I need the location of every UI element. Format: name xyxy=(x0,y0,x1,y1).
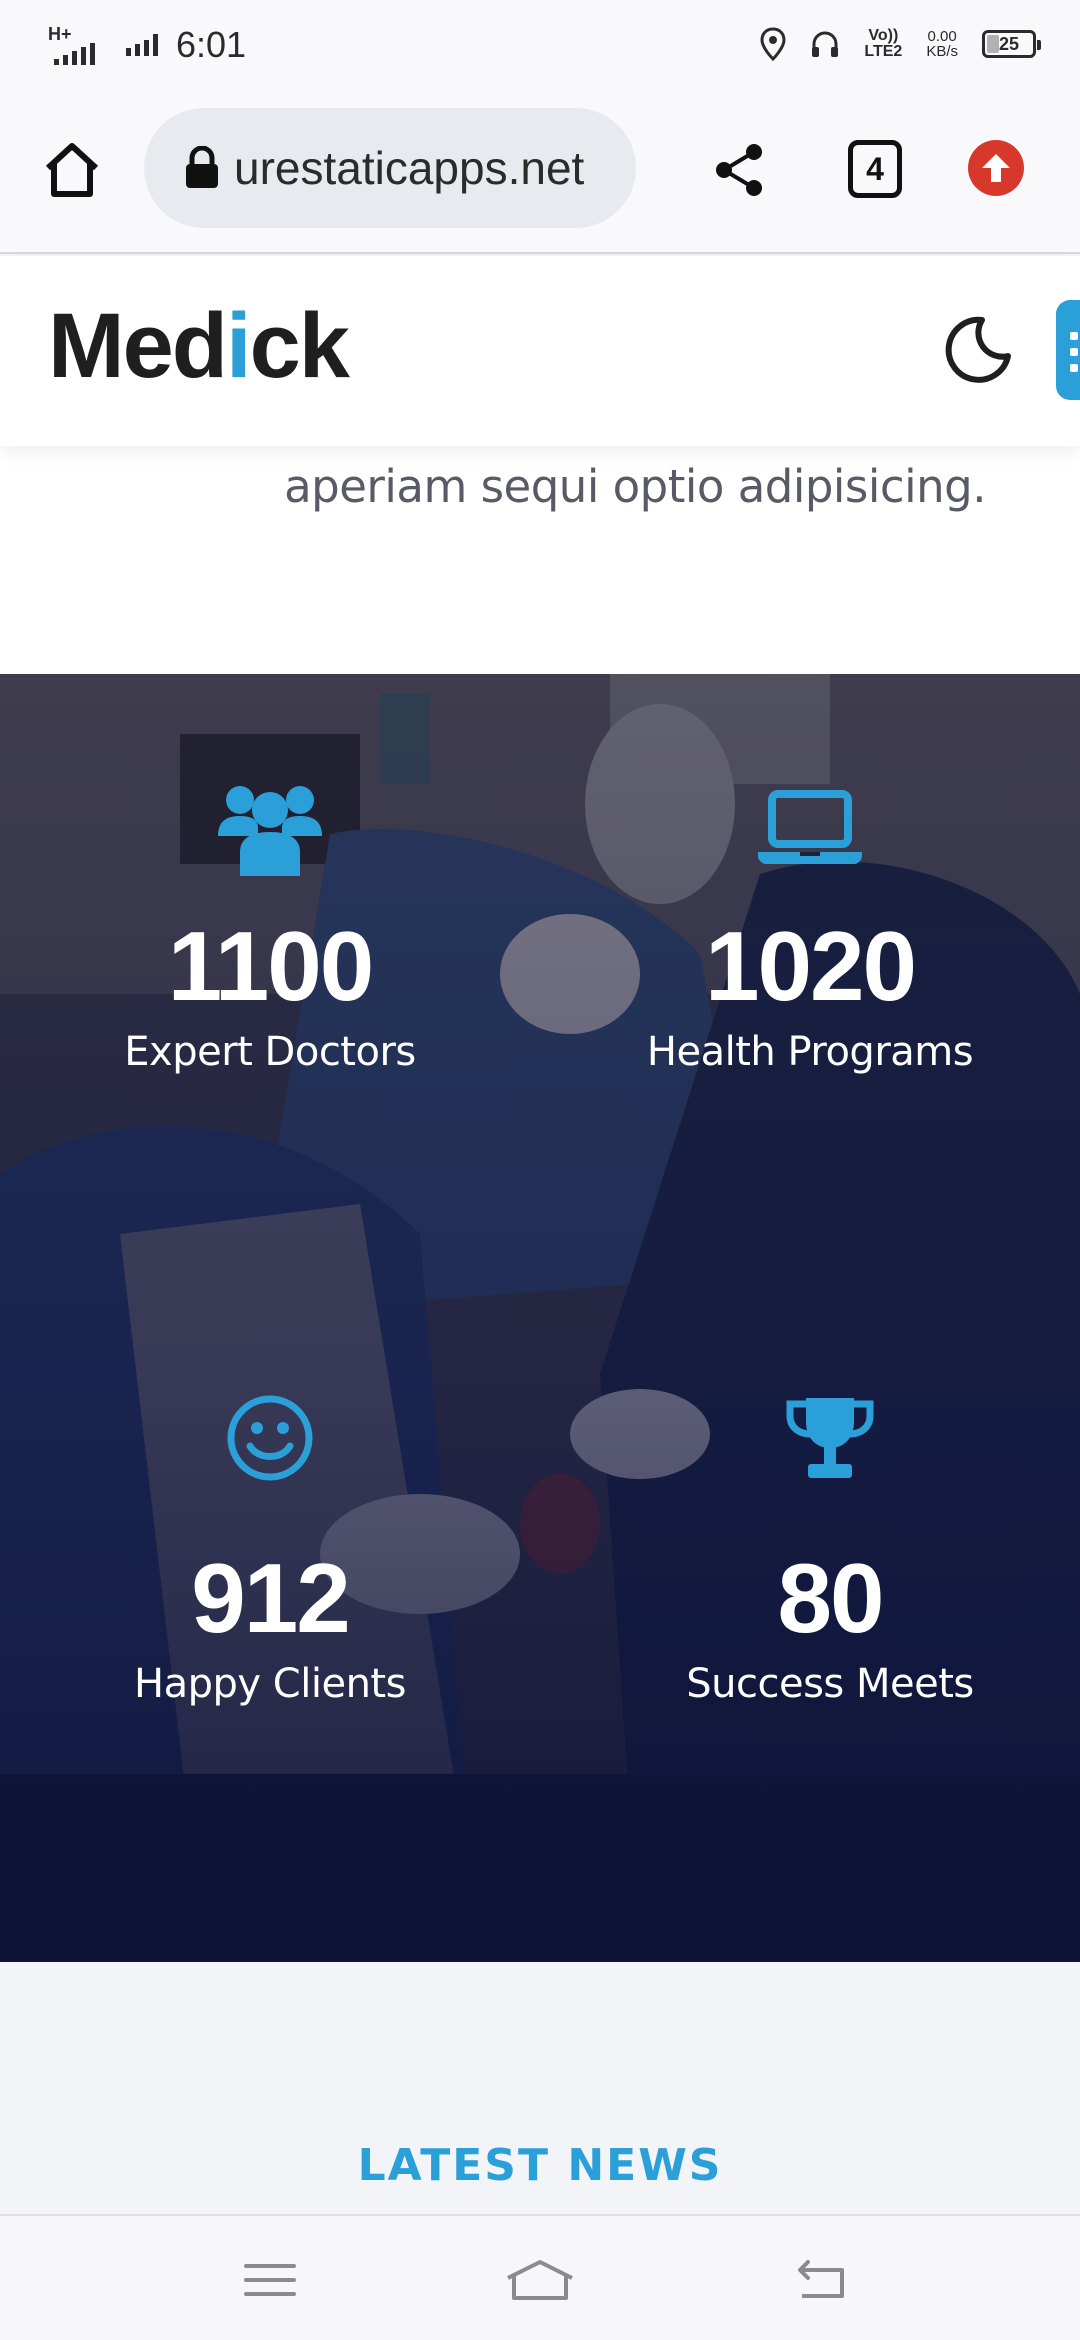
status-bar: H+ 6:01 Vo)) LTE2 0.00 KB/s 25 xyxy=(0,0,1080,88)
battery-icon: 25 xyxy=(982,30,1041,58)
stat-happy-clients: 912 Happy Clients xyxy=(60,1394,480,1708)
site-logo[interactable]: Medick xyxy=(48,294,350,399)
stat-success-meets: 80 Success Meets xyxy=(620,1394,1040,1708)
stat-label: Health Programs xyxy=(646,1029,974,1075)
intro-section: aperiam sequi optio adipisicing. xyxy=(0,446,1080,674)
browser-toolbar: urestaticapps.net 4 xyxy=(0,88,1080,254)
arrow-up-icon xyxy=(982,154,1010,182)
stat-number: 80 xyxy=(777,1543,884,1653)
stat-health-programs: 1020 Health Programs xyxy=(600,780,1020,1076)
signal-1-icon: H+ xyxy=(48,25,100,65)
stat-number: 1100 xyxy=(167,911,375,1021)
stat-number: 912 xyxy=(191,1543,351,1653)
share-icon[interactable] xyxy=(712,142,768,198)
address-bar[interactable]: urestaticapps.net xyxy=(144,108,636,228)
volte-indicator: Vo)) LTE2 xyxy=(864,27,903,60)
update-button[interactable] xyxy=(968,140,1024,196)
back-icon[interactable] xyxy=(792,2256,852,2304)
stat-label: Happy Clients xyxy=(134,1661,406,1707)
battery-level: 25 xyxy=(998,34,1020,54)
home-icon[interactable] xyxy=(40,138,104,202)
location-icon xyxy=(760,27,786,61)
lock-icon xyxy=(186,146,218,188)
network-type: H+ xyxy=(48,24,72,44)
headphones-icon xyxy=(812,31,839,57)
stat-label: Expert Doctors xyxy=(124,1029,416,1075)
stats-section: 1100 Expert Doctors 1020 Health Programs… xyxy=(0,674,1080,1962)
stat-expert-doctors: 1100 Expert Doctors xyxy=(60,780,480,1076)
laptop-icon xyxy=(758,790,862,864)
stat-number: 1020 xyxy=(704,911,917,1021)
clock: 6:01 xyxy=(176,24,247,65)
smile-icon xyxy=(227,1395,313,1481)
url-text[interactable]: urestaticapps.net xyxy=(234,141,584,195)
latest-news-heading: LATEST NEWS xyxy=(357,2140,723,2191)
tab-switcher-button[interactable]: 4 xyxy=(848,140,902,198)
moon-icon[interactable] xyxy=(942,314,1014,386)
signal-2-icon xyxy=(126,34,158,56)
menu-icon[interactable] xyxy=(240,2256,300,2304)
data-rate: 0.00 KB/s xyxy=(926,28,958,60)
menu-toggle-button[interactable] xyxy=(1056,300,1080,400)
home-nav-icon[interactable] xyxy=(504,2256,576,2304)
site-header: Medick xyxy=(0,256,1080,446)
stat-label: Success Meets xyxy=(686,1661,974,1707)
intro-text: aperiam sequi optio adipisicing. xyxy=(284,460,986,513)
users-icon xyxy=(218,786,322,876)
trophy-icon xyxy=(786,1398,874,1478)
system-navigation-bar xyxy=(0,2214,1080,2340)
